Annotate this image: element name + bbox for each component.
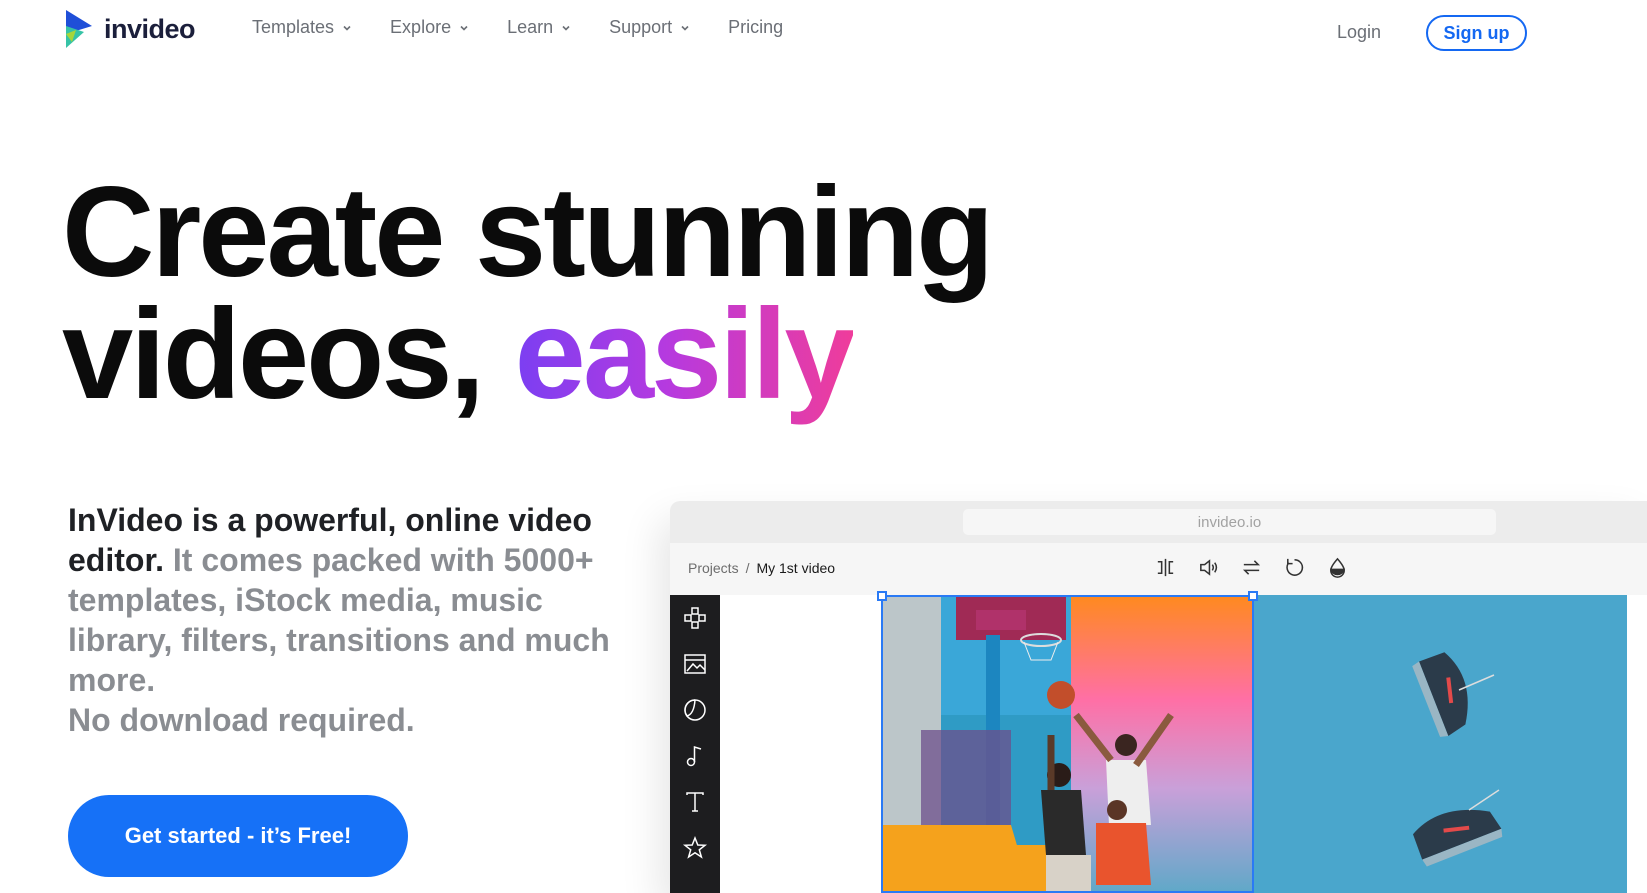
swap-icon bbox=[1242, 560, 1261, 575]
breadcrumb-projects: Projects bbox=[688, 560, 739, 576]
url-bar: invideo.io bbox=[963, 509, 1496, 535]
hero-description-tail: No download required. bbox=[68, 702, 415, 738]
invideo-logo-icon bbox=[66, 10, 92, 48]
nav-label: Learn bbox=[507, 17, 554, 37]
rotate-icon bbox=[1286, 558, 1304, 576]
get-started-button[interactable]: Get started - it’s Free! bbox=[68, 795, 408, 877]
sticker-icon[interactable] bbox=[682, 697, 708, 723]
editor-sidebar bbox=[670, 595, 720, 893]
breadcrumb-separator: / bbox=[745, 560, 750, 576]
sneakers-sky-image[interactable] bbox=[1254, 595, 1627, 893]
chevron-down-icon bbox=[681, 25, 689, 31]
browser-bar: invideo.io bbox=[670, 501, 1647, 543]
layout-grid-icon[interactable] bbox=[682, 605, 708, 631]
hero-headline-accent: easily bbox=[514, 283, 856, 426]
main-nav: Templates Explore Learn Support Pricing bbox=[252, 17, 783, 38]
logo[interactable]: invideo bbox=[62, 8, 196, 50]
hero-description: InVideo is a powerful, online video edit… bbox=[68, 500, 628, 740]
logo-text: invideo bbox=[104, 13, 196, 44]
basketball-scene-image[interactable] bbox=[881, 595, 1254, 893]
nav-learn[interactable]: Learn bbox=[507, 17, 571, 38]
hero-headline: Create stunning videos, easily bbox=[62, 169, 994, 419]
split-icon bbox=[1157, 558, 1174, 577]
star-icon[interactable] bbox=[682, 835, 708, 861]
editor-toolbar: Projects / My 1st video bbox=[670, 543, 1647, 595]
nav-label: Templates bbox=[252, 17, 335, 37]
opacity-drop-icon bbox=[1330, 557, 1345, 578]
nav-pricing[interactable]: Pricing bbox=[728, 17, 783, 38]
breadcrumb: Projects / My 1st video bbox=[688, 560, 835, 576]
music-note-icon[interactable] bbox=[682, 743, 708, 769]
chevron-down-icon bbox=[343, 25, 351, 31]
chevron-down-icon bbox=[460, 25, 468, 31]
chevron-down-icon bbox=[562, 25, 570, 31]
login-link[interactable]: Login bbox=[1337, 22, 1381, 43]
top-navbar: invideo Templates Explore Learn Support … bbox=[0, 0, 1647, 64]
editor-canvas bbox=[720, 591, 1647, 893]
nav-support[interactable]: Support bbox=[609, 17, 690, 38]
signup-button[interactable]: Sign up bbox=[1426, 15, 1527, 51]
nav-label: Explore bbox=[390, 17, 452, 37]
text-icon[interactable] bbox=[682, 789, 708, 815]
nav-templates[interactable]: Templates bbox=[252, 17, 352, 38]
breadcrumb-current: My 1st video bbox=[756, 560, 836, 576]
media-image-icon[interactable] bbox=[682, 651, 708, 677]
editor-mockup: invideo.io Projects / My 1st video bbox=[670, 501, 1647, 893]
editor-tools bbox=[1154, 556, 1349, 579]
volume-icon bbox=[1200, 559, 1218, 576]
nav-label: Pricing bbox=[728, 17, 784, 37]
nav-label: Support bbox=[609, 17, 673, 37]
hero-headline-line2: videos, bbox=[62, 283, 485, 426]
nav-explore[interactable]: Explore bbox=[390, 17, 469, 38]
